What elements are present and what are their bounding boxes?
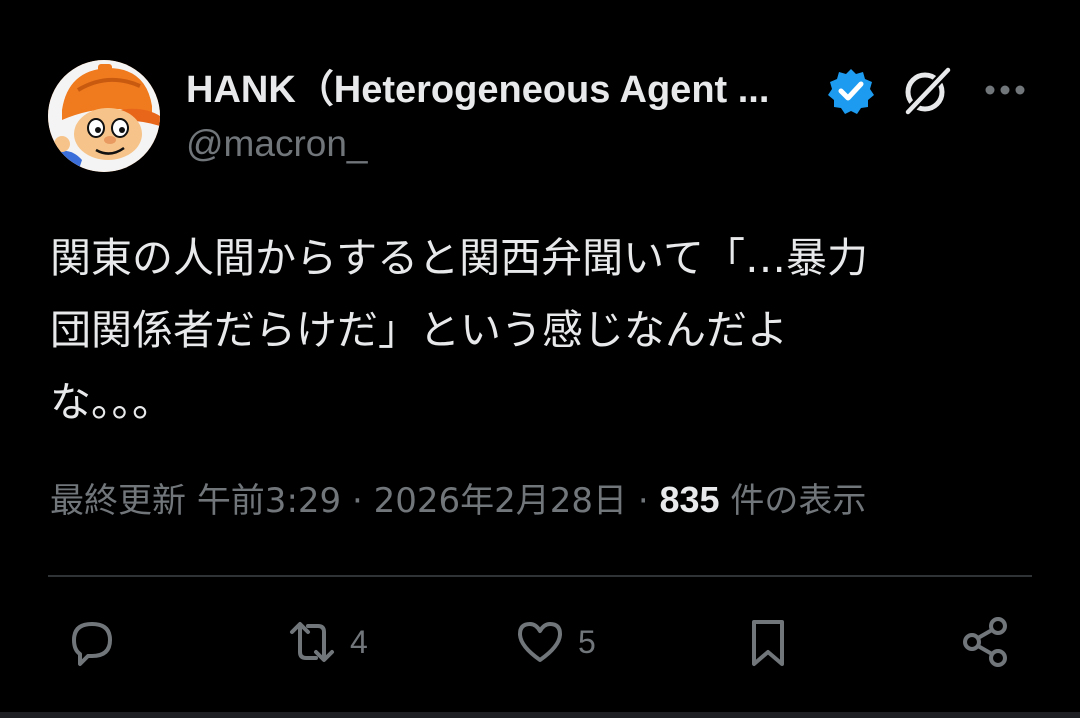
bookmark-icon <box>752 620 784 666</box>
like-button[interactable]: 5 <box>512 612 596 672</box>
reply-icon <box>72 622 112 666</box>
tweet-line: な。。。 <box>50 378 173 426</box>
bottom-divider <box>0 712 1080 718</box>
retweet-icon <box>290 622 334 662</box>
reply-button[interactable] <box>64 612 130 672</box>
updated-label: 最終更新 <box>50 481 186 521</box>
tweet-line: 団関係者だらけだ」という感じなんだよ <box>50 306 788 354</box>
retweet-count: 4 <box>350 623 368 660</box>
verified-badge-icon <box>826 66 876 116</box>
avatar-image <box>48 60 160 172</box>
author-handle[interactable]: @macron_ <box>186 120 368 168</box>
like-count: 5 <box>578 623 596 660</box>
retweet-button[interactable]: 4 <box>284 612 368 672</box>
divider <box>48 575 1032 577</box>
tweet-date[interactable]: 2026年2月28日 <box>374 481 627 521</box>
meta-separator: · <box>637 481 649 521</box>
meta-separator: · <box>351 481 363 521</box>
tweet-text: 関東の人間からすると関西弁聞いて「…暴力 団関係者だらけだ」という感じなんだよ … <box>50 222 1010 438</box>
more-options-icon[interactable] <box>980 72 1030 108</box>
tweet-line: 関東の人間からすると関西弁聞いて「…暴力 <box>50 234 868 282</box>
heart-icon <box>518 622 562 662</box>
avatar[interactable] <box>48 60 160 172</box>
share-icon <box>963 617 1007 667</box>
author-display-name[interactable]: HANK（Heterogeneous Agent ... <box>186 66 806 114</box>
grok-icon[interactable] <box>898 62 956 120</box>
bookmark-button[interactable] <box>740 612 806 672</box>
tweet-time[interactable]: 午前3:29 <box>197 481 341 521</box>
views-count[interactable]: 835 <box>659 479 719 520</box>
views-label: 件の表示 <box>730 481 867 521</box>
share-button[interactable] <box>958 612 1024 672</box>
tweet-meta: 最終更新 午前3:29 · 2026年2月28日 · 835 件の表示 <box>50 474 1050 527</box>
